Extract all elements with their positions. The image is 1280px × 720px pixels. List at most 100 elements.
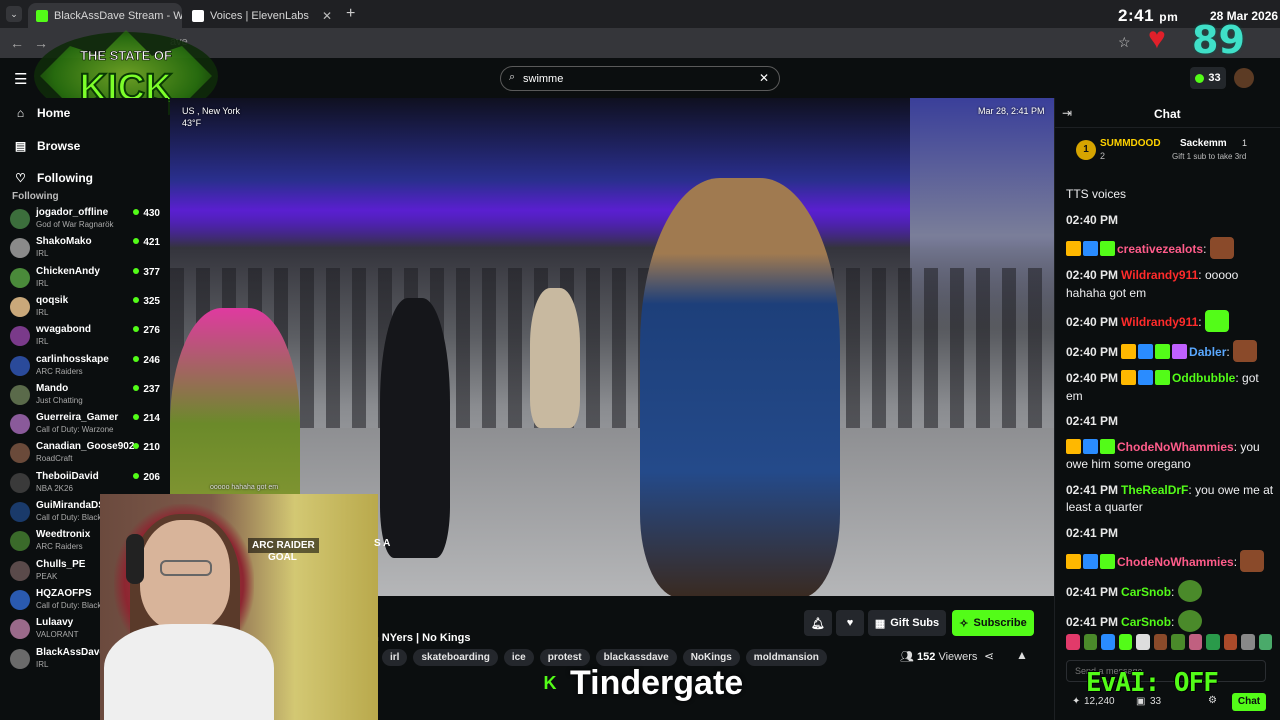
- chat-username[interactable]: Oddbubble: [1172, 371, 1235, 385]
- search-icon: ⌕: [509, 71, 516, 83]
- channel-category: VALORANT: [36, 630, 79, 640]
- emote-icon[interactable]: [1101, 634, 1115, 650]
- clear-search-icon[interactable]: ✕: [759, 71, 769, 85]
- webcam-overlay: [100, 494, 378, 720]
- browser-tab-elevenlabs[interactable]: Voices | ElevenLabs ✕: [184, 3, 340, 28]
- video-scene: [530, 288, 580, 428]
- stream-tag[interactable]: moldmansion: [745, 649, 827, 666]
- tab-search-icon[interactable]: ⌄: [6, 6, 22, 22]
- face-emote-icon: [1209, 237, 1234, 259]
- bookmark-star-icon[interactable]: ☆: [1118, 34, 1131, 51]
- channel-viewers: 430: [133, 208, 160, 219]
- emote-icon[interactable]: [1188, 634, 1202, 650]
- emote-icon[interactable]: [1241, 634, 1255, 650]
- emote-icon[interactable]: [1171, 634, 1185, 650]
- star-icon: ✧: [959, 617, 969, 630]
- sidebar-channel[interactable]: Canadian_Goose902 RoadCraft 210: [10, 440, 160, 468]
- channel-name: Canadian_Goose902: [36, 441, 135, 453]
- nav-home[interactable]: ⌂ Home: [14, 106, 70, 120]
- channel-avatar: [10, 267, 30, 288]
- chat-message: 02:40 PM Wildrandy911:: [1066, 310, 1274, 332]
- send-chat-button[interactable]: Chat: [1232, 693, 1266, 711]
- points-count: 12,240: [1084, 696, 1115, 707]
- emote-icon[interactable]: [1153, 634, 1167, 650]
- chat-timestamp: 02:41 PM: [1066, 525, 1119, 540]
- sidebar-channel[interactable]: ShakoMako IRL 421: [10, 235, 160, 263]
- sidebar-channel[interactable]: qoqsik IRL 325: [10, 294, 160, 322]
- chat-badge-icon: [1100, 438, 1115, 454]
- sidebar-channel[interactable]: wvagabond IRL 276: [10, 323, 160, 351]
- emote-icon[interactable]: [1206, 634, 1220, 650]
- chat-badge-icon: [1083, 438, 1098, 454]
- collapse-chat-icon[interactable]: ⇥: [1062, 106, 1072, 120]
- channel-viewers: 246: [133, 355, 160, 366]
- chat-message: 02:41 PM: [1066, 525, 1274, 543]
- nav-label: Home: [37, 106, 71, 120]
- menu-icon[interactable]: ☰: [14, 70, 27, 88]
- elevenlabs-favicon-icon: [192, 9, 204, 22]
- emote-icon[interactable]: [1223, 634, 1237, 650]
- emote-icon[interactable]: [1118, 634, 1132, 650]
- stream-tag[interactable]: skateboarding: [413, 649, 498, 666]
- search-input[interactable]: ⌕ swimme ✕: [500, 66, 780, 91]
- browser-tab-kick[interactable]: BlackAssDave Stream - Wa ✕: [28, 3, 182, 28]
- leader-name[interactable]: SUMMDOOD: [1100, 138, 1161, 149]
- chat-badge-icon: [1100, 554, 1115, 569]
- share-icon[interactable]: ⋖: [984, 649, 994, 663]
- chat-username[interactable]: Wildrandy911: [1121, 315, 1198, 329]
- report-icon[interactable]: ▲: [1016, 648, 1028, 662]
- channel-viewers: 210: [133, 442, 160, 453]
- kick-coins-button[interactable]: 33: [1190, 67, 1226, 89]
- stream-tag[interactable]: irl: [382, 649, 408, 666]
- emote-icon[interactable]: [1083, 634, 1097, 650]
- chat-badge-icon: [1066, 241, 1081, 256]
- back-arrow-icon[interactable]: ←: [10, 35, 24, 51]
- channel-category: ARC Raiders: [36, 542, 83, 552]
- emote-icon[interactable]: [1258, 634, 1272, 650]
- chat-username[interactable]: creativezealots: [1117, 242, 1203, 256]
- notification-bell-button[interactable]: 🔔︎: [804, 610, 832, 636]
- pepe-emote-icon: [1177, 580, 1202, 602]
- channel-avatar: [10, 619, 30, 640]
- user-avatar[interactable]: [1234, 68, 1254, 88]
- channel-category: IRL: [36, 337, 49, 347]
- home-icon: ⌂: [16, 106, 25, 120]
- sidebar-channel[interactable]: carlinhosskape ARC Raiders 246: [10, 353, 160, 381]
- sidebar-channel[interactable]: Guerreira_Gamer Call of Duty: Warzone 214: [10, 411, 160, 439]
- chat-username[interactable]: ChodeNoWhammies: [1117, 555, 1234, 569]
- sidebar-channel[interactable]: jogador_offline God of War Ragnarök 430: [10, 206, 160, 234]
- chat-settings-icon[interactable]: ⚙: [1208, 695, 1217, 706]
- channel-viewers: 206: [133, 472, 160, 483]
- chat-username[interactable]: ChodeNoWhammies: [1117, 440, 1234, 454]
- chat-badge-icon: [1121, 344, 1137, 359]
- emote-icon[interactable]: [1136, 634, 1150, 650]
- leader-name[interactable]: Sackemm: [1180, 138, 1227, 149]
- channel-viewers: 276: [133, 325, 160, 336]
- stream-title: h NYers | No Kings: [372, 632, 471, 644]
- channel-name: Lulaavy: [36, 617, 74, 629]
- emote-icon[interactable]: [1066, 634, 1080, 650]
- channel-name: BlackAssDave: [36, 646, 105, 658]
- browser-tabbar: ⌄ BlackAssDave Stream - Wa ✕ Voices | El…: [0, 0, 1280, 28]
- subscribe-button[interactable]: ✧ Subscribe: [952, 610, 1034, 636]
- viewer-number: 152: [917, 651, 936, 663]
- chat-username[interactable]: TheRealDrF: [1121, 483, 1188, 497]
- close-tab-icon[interactable]: ✕: [322, 9, 332, 23]
- nav-browse[interactable]: ▤ Browse: [14, 139, 81, 153]
- chat-timestamp: 02:40 PM: [1066, 315, 1119, 329]
- sidebar-channel[interactable]: Mando Just Chatting 237: [10, 382, 160, 410]
- channel-name: Guerreira_Gamer: [36, 412, 119, 424]
- chat-username[interactable]: Dabler: [1189, 345, 1226, 359]
- webcam-scene: [160, 560, 212, 576]
- stream-tag[interactable]: ice: [503, 649, 534, 666]
- new-tab-button[interactable]: +: [346, 5, 355, 23]
- chat-username[interactable]: Wildrandy911: [1121, 268, 1198, 282]
- gift-subs-button[interactable]: ▦ Gift Subs: [868, 610, 946, 636]
- subscribe-label: Subscribe: [973, 617, 1027, 629]
- follow-heart-button[interactable]: ♥: [836, 610, 864, 636]
- sidebar-channel[interactable]: ChickenAndy IRL 377: [10, 265, 160, 293]
- chat-username[interactable]: CarSnob: [1121, 585, 1171, 599]
- channel-avatar: [10, 502, 30, 522]
- chat-username[interactable]: CarSnob: [1121, 615, 1171, 629]
- nav-following[interactable]: ♡ Following: [14, 171, 93, 185]
